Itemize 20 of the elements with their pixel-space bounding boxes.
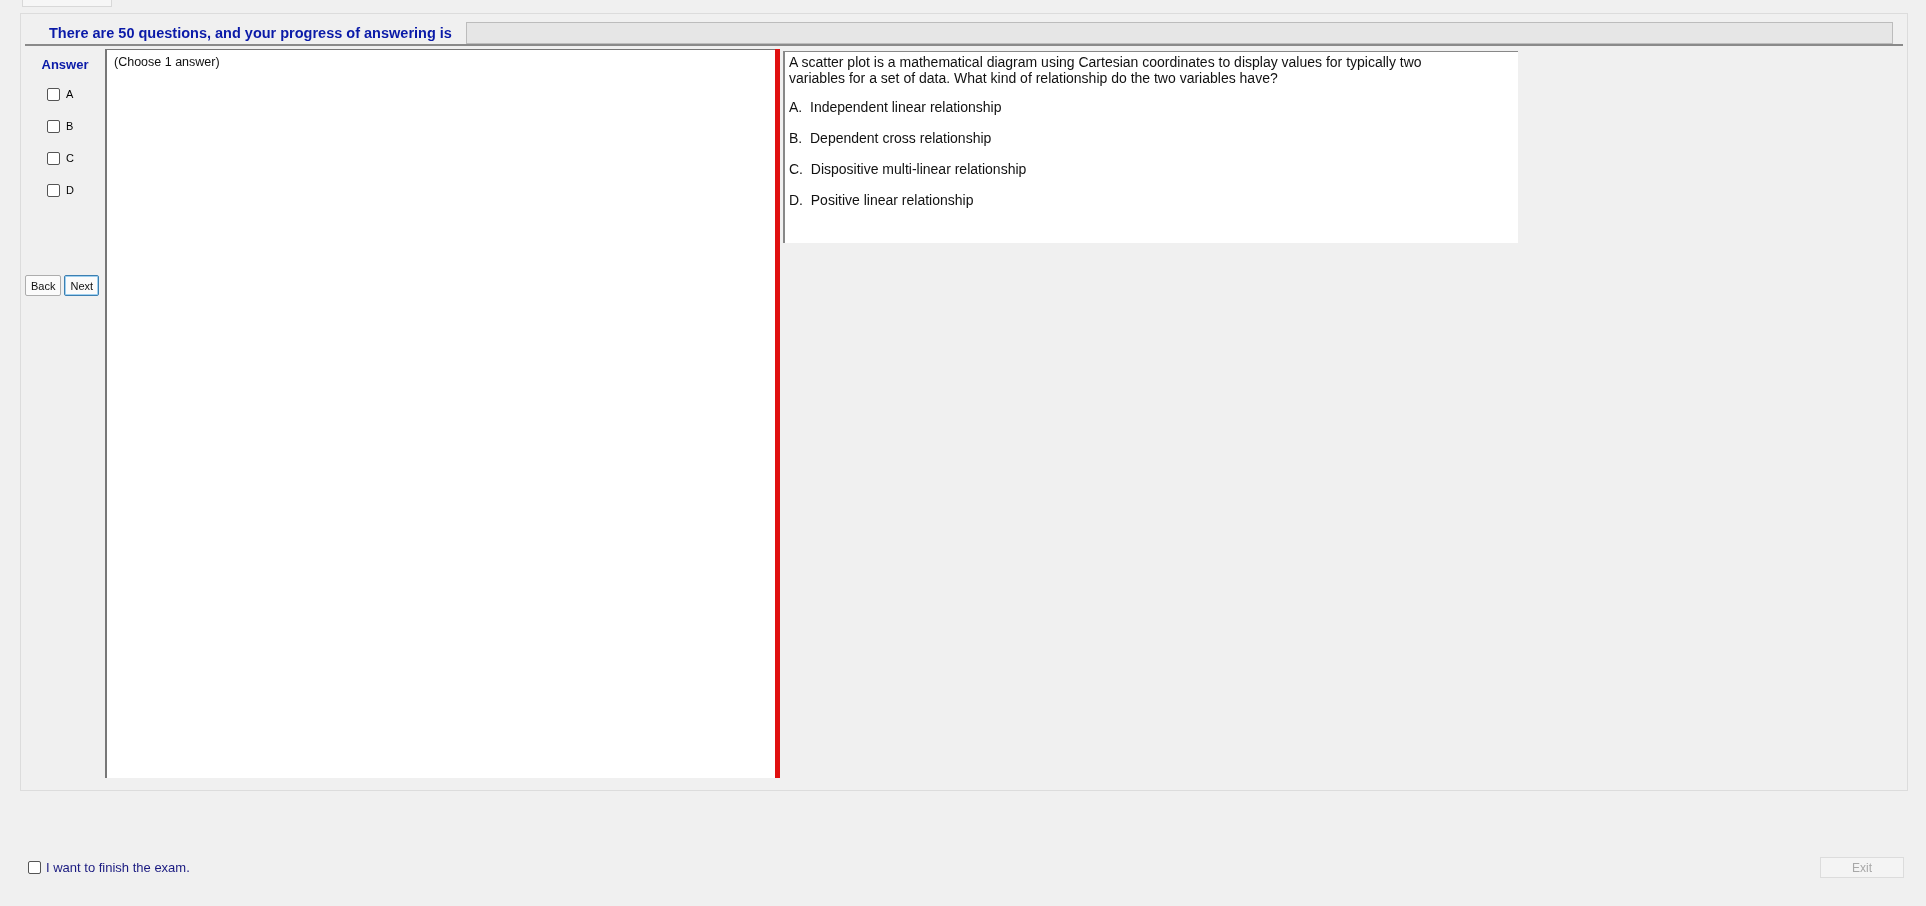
answer-checkbox[interactable] xyxy=(47,119,60,133)
choice-text: D. Positive linear relationship xyxy=(789,192,975,208)
answer-checkbox[interactable] xyxy=(47,183,60,197)
option-label: D xyxy=(66,184,74,196)
answer-heading: Answer xyxy=(40,57,90,72)
question-text: A scatter plot is a mathematical diagram using Cartesian coordinates to display values for typically two variables for a set of data. What kind of relationship do the two variables have? xyxy=(789,54,1423,86)
answer-checkbox[interactable] xyxy=(47,87,60,101)
answer-checkbox[interactable] xyxy=(47,151,60,165)
answer-instruction: (Choose 1 answer) xyxy=(114,55,220,69)
choice-text: B. Dependent cross relationship xyxy=(789,130,993,146)
finish-checkbox[interactable] xyxy=(28,861,41,874)
option-label: B xyxy=(66,120,74,132)
finish-label: I want to finish the exam. xyxy=(46,860,190,875)
progress-label: There are 50 questions, and your progress of answering is xyxy=(49,24,452,41)
next-button[interactable]: Next xyxy=(64,275,100,296)
back-button[interactable]: Back xyxy=(25,275,62,296)
option-label: C xyxy=(66,152,74,164)
choice-text: C. Dispositive multi-linear relationship xyxy=(789,161,1028,177)
option-label: A xyxy=(66,88,74,100)
choice-text: A. Independent linear relationship xyxy=(789,99,1003,115)
